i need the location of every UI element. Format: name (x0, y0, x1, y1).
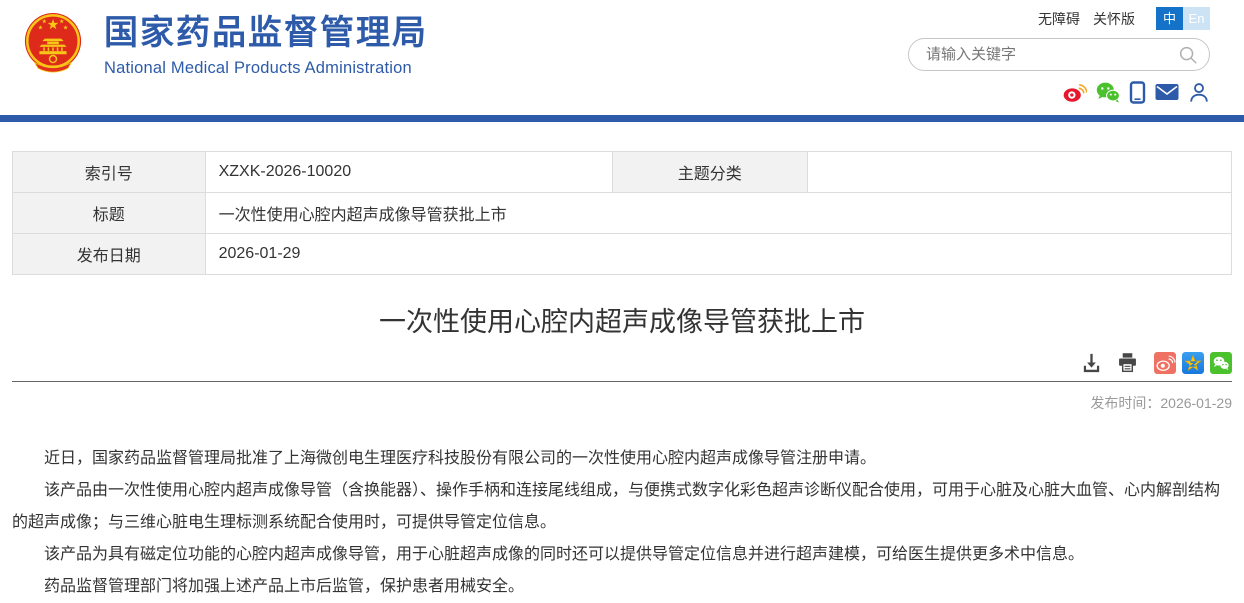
user-icon[interactable] (1188, 81, 1210, 104)
site-title-zh: 国家药品监督管理局 (104, 15, 428, 52)
lang-zh-button[interactable]: 中 (1156, 7, 1183, 30)
topic-label: 主题分类 (612, 152, 807, 193)
lang-en-button[interactable]: En (1183, 7, 1210, 30)
article-title: 一次性使用心腔内超声成像导管获批上市 (12, 305, 1232, 339)
index-value: XZXK-2026-10020 (205, 152, 612, 193)
language-toggle: 中 En (1156, 7, 1210, 30)
date-label: 发布日期 (13, 234, 206, 275)
mail-icon[interactable] (1155, 83, 1179, 101)
title-value: 一次性使用心腔内超声成像导管获批上市 (205, 193, 1231, 234)
main-content: 索引号 XZXK-2026-10020 主题分类 标题 一次性使用心腔内超声成像… (12, 151, 1232, 603)
table-row: 索引号 XZXK-2026-10020 主题分类 (13, 152, 1232, 193)
home-logo-link[interactable]: 国家药品监督管理局 National Medical Products Admi… (22, 10, 428, 83)
header-divider-bar (0, 115, 1244, 122)
share-group (1154, 352, 1232, 374)
paragraph: 该产品为具有磁定位功能的心腔内超声成像导管，用于心脏超声成像的同时还可以提供导管… (12, 539, 1232, 571)
title-divider (12, 381, 1232, 382)
article-body: 近日，国家药品监督管理局批准了上海微创电生理医疗科技股份有限公司的一次性使用心腔… (12, 443, 1232, 603)
national-emblem-logo (22, 10, 84, 83)
index-label: 索引号 (13, 152, 206, 193)
publish-time: 发布时间：2026-01-29 (12, 393, 1232, 413)
table-row: 发布日期 2026-01-29 (13, 234, 1232, 275)
weibo-icon[interactable] (1063, 81, 1087, 103)
date-value: 2026-01-29 (205, 234, 1231, 275)
wechat-icon[interactable] (1096, 81, 1120, 103)
paragraph: 该产品由一次性使用心腔内超声成像导管（含换能器）、操作手柄和连接尾线组成，与便携… (12, 475, 1232, 539)
top-links: 无障碍 关怀版 中 En (908, 7, 1210, 30)
share-weibo-icon[interactable] (1154, 352, 1176, 374)
care-version-link[interactable]: 关怀版 (1093, 9, 1135, 29)
title-label: 标题 (13, 193, 206, 234)
share-wechat-icon[interactable] (1210, 352, 1232, 374)
accessibility-link[interactable]: 无障碍 (1038, 9, 1080, 29)
social-icon-row (908, 80, 1210, 104)
search-box (908, 38, 1210, 71)
site-title-en: National Medical Products Administration (104, 59, 428, 78)
paragraph: 近日，国家药品监督管理局批准了上海微创电生理医疗科技股份有限公司的一次性使用心腔… (12, 443, 1232, 475)
mobile-icon[interactable] (1129, 81, 1146, 104)
search-input[interactable] (924, 45, 1177, 64)
article-toolbar (12, 351, 1232, 381)
topic-value (807, 152, 1231, 193)
download-icon[interactable] (1080, 351, 1103, 374)
document-info-table: 索引号 XZXK-2026-10020 主题分类 标题 一次性使用心腔内超声成像… (12, 151, 1232, 275)
paragraph: 药品监督管理部门将加强上述产品上市后监管，保护患者用械安全。 (12, 571, 1232, 603)
share-qzone-icon[interactable] (1182, 352, 1204, 374)
search-icon[interactable] (1177, 44, 1199, 66)
site-title-block: 国家药品监督管理局 National Medical Products Admi… (104, 15, 428, 77)
header-right: 无障碍 关怀版 中 En (908, 7, 1210, 104)
site-header: 国家药品监督管理局 National Medical Products Admi… (0, 0, 1244, 115)
print-icon[interactable] (1116, 351, 1139, 374)
table-row: 标题 一次性使用心腔内超声成像导管获批上市 (13, 193, 1232, 234)
